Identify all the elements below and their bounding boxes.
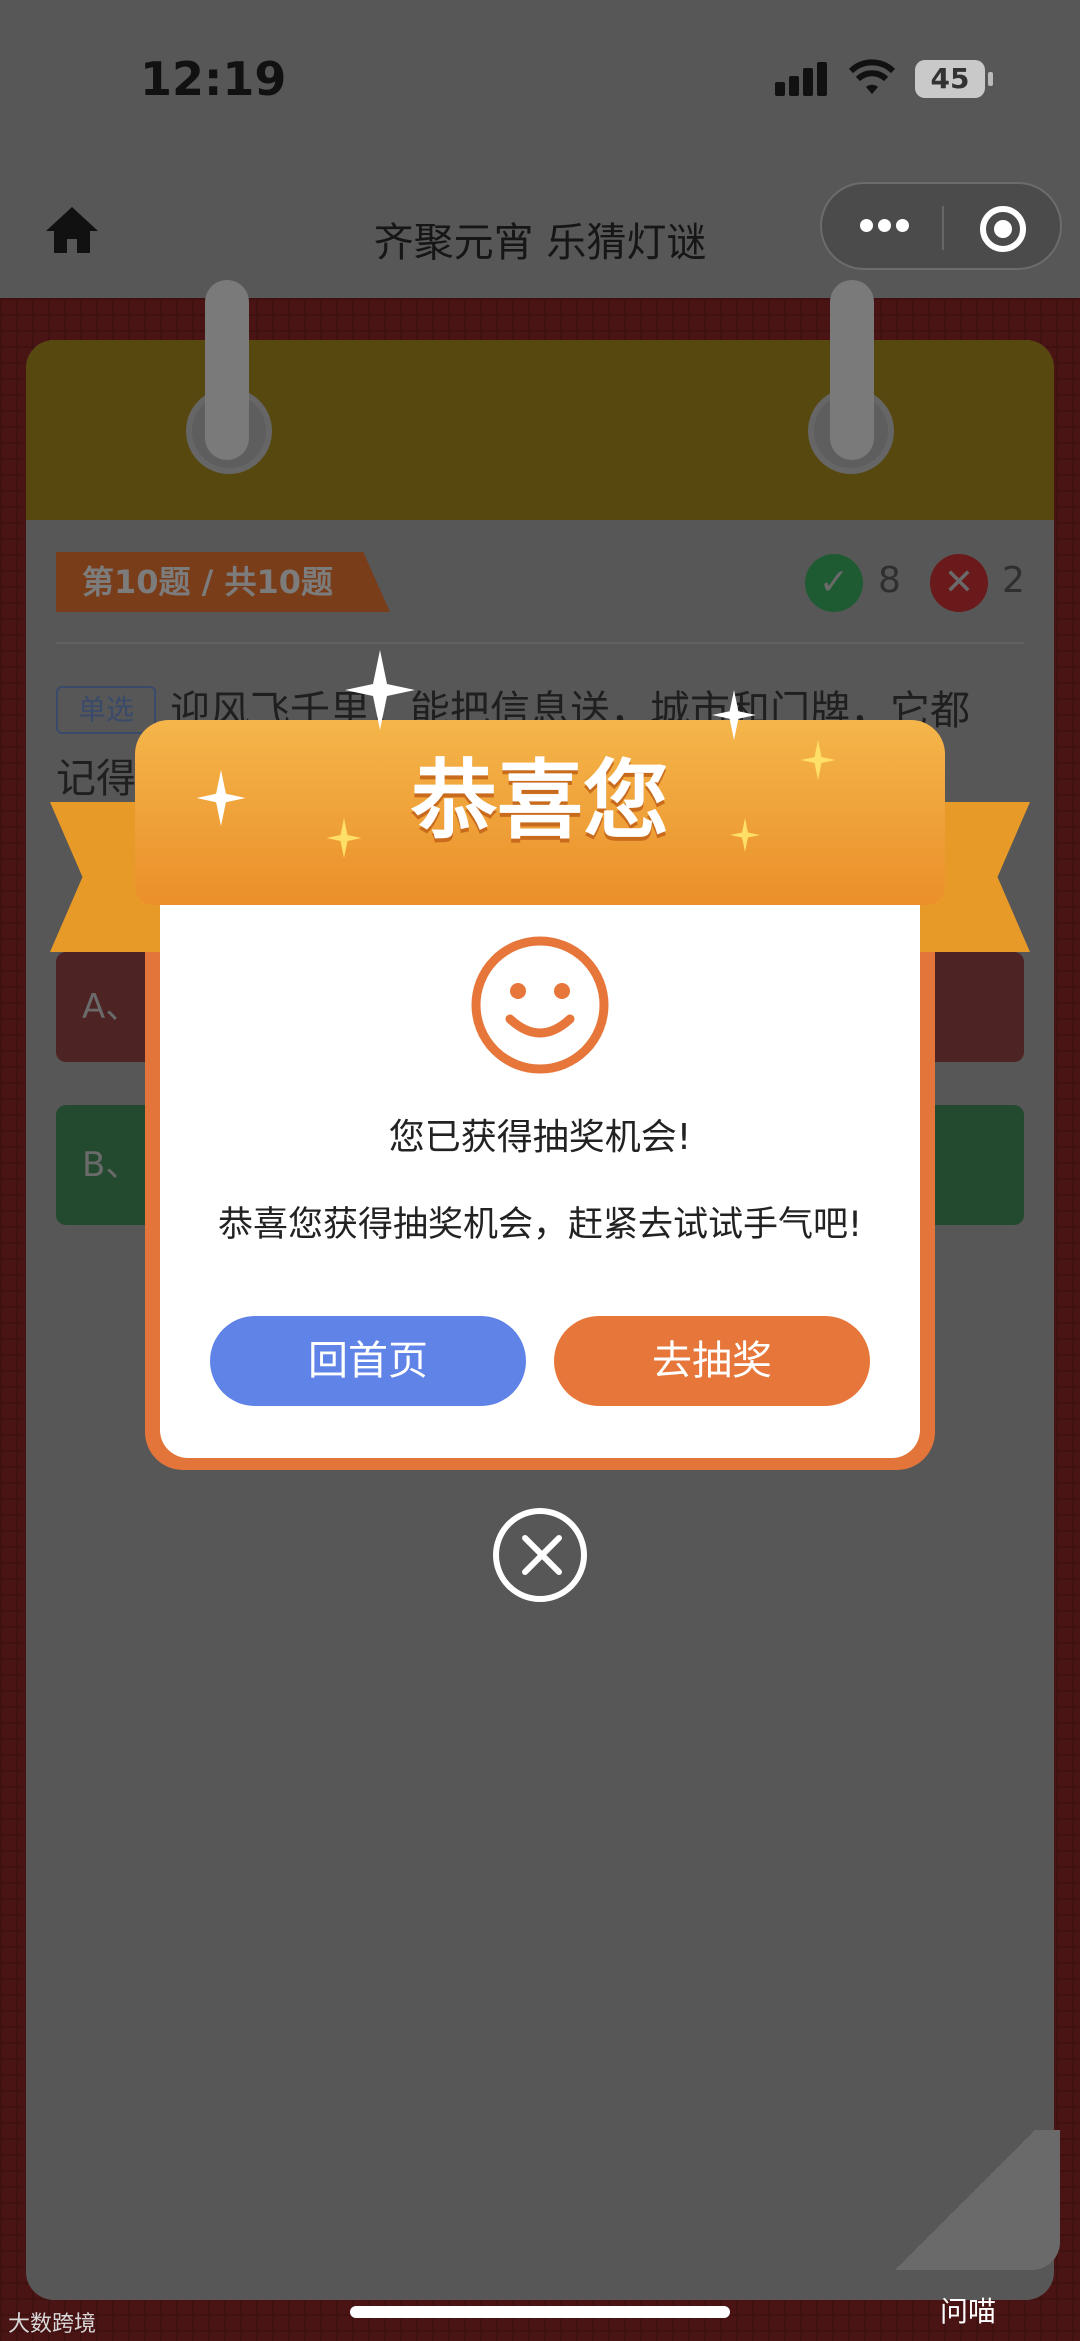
correct-count: 8 xyxy=(878,560,901,601)
battery-icon: 45 xyxy=(915,60,993,98)
close-modal-icon[interactable] xyxy=(493,1508,587,1602)
ring-right xyxy=(830,280,874,460)
page-curl xyxy=(870,2130,1060,2270)
sparkle-icon xyxy=(712,690,756,740)
sparkle-icon xyxy=(345,650,415,730)
sparkle-icon xyxy=(326,818,362,858)
sparkle-icon xyxy=(730,818,760,852)
modal-message: 您已获得抽奖机会! xyxy=(388,1117,692,1158)
watermark-right: 问喵 xyxy=(940,2295,997,2328)
close-miniprogram-icon[interactable] xyxy=(980,206,1026,252)
sparkle-icon xyxy=(800,740,836,780)
more-icon[interactable] xyxy=(860,217,914,236)
wrong-icon: ✕ xyxy=(930,554,988,612)
miniprogram-capsule xyxy=(820,182,1062,270)
modal-title: 恭喜您 xyxy=(411,751,669,851)
status-bar: 12:19 45 xyxy=(0,0,1080,150)
wrong-count: 2 xyxy=(1002,560,1025,601)
question-type-badge: 单选 xyxy=(56,686,156,734)
divider xyxy=(56,642,1024,644)
wifi-icon xyxy=(848,59,896,94)
go-draw-button[interactable]: 去抽奖 xyxy=(554,1316,870,1406)
home-indicator[interactable] xyxy=(350,2306,730,2318)
card-header xyxy=(26,340,1054,520)
status-time: 12:19 xyxy=(140,52,287,106)
sparkle-icon xyxy=(196,770,246,826)
ring-left xyxy=(205,280,249,460)
watermark-left: 大数跨境 xyxy=(8,2312,97,2337)
question-progress: 第10题 / 共10题 xyxy=(56,552,390,612)
modal-detail: 恭喜您获得抽奖机会，赶紧去试试手气吧! xyxy=(217,1205,863,1245)
smile-icon xyxy=(471,936,609,1074)
capsule-divider xyxy=(942,206,944,250)
cellular-signal-icon xyxy=(775,62,831,96)
nav-bar: 齐聚元宵 乐猜灯谜 xyxy=(0,150,1080,298)
screen: 12:19 45 齐聚元宵 乐猜灯谜 第10题 / 共10题 ✓ 8 ✕ 2 单… xyxy=(0,0,1080,2341)
correct-icon: ✓ xyxy=(805,554,863,612)
back-home-button[interactable]: 回首页 xyxy=(210,1316,526,1406)
